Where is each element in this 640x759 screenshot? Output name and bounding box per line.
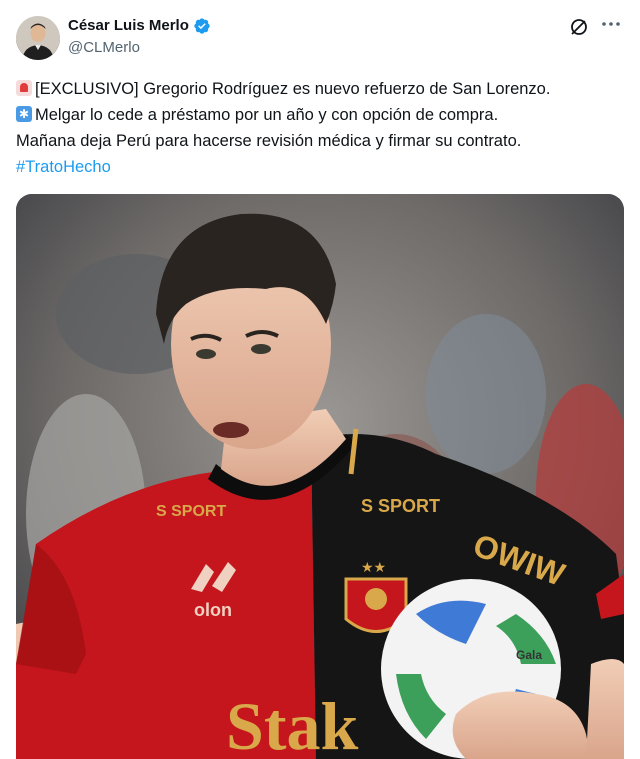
siren-emoji-icon bbox=[16, 80, 32, 96]
jersey-main-sponsor: Stak bbox=[226, 688, 358, 759]
svg-text:★★: ★★ bbox=[361, 560, 386, 576]
ball-brand: Gala bbox=[516, 648, 542, 662]
jersey-brand-text: olon bbox=[194, 600, 232, 620]
avatar-image bbox=[16, 16, 60, 60]
tweet-media-image[interactable]: S SPORT S SPORT OWIW Stak olon ★★ Gala bbox=[16, 194, 624, 759]
avatar[interactable] bbox=[16, 16, 60, 60]
author-display-name[interactable]: César Luis Merlo bbox=[68, 16, 189, 36]
more-options-icon[interactable] bbox=[598, 16, 624, 38]
tweet-text: [EXCLUSIVO] Gregorio Rodríguez es nuevo … bbox=[16, 76, 624, 180]
player-photo: S SPORT S SPORT OWIW Stak olon ★★ Gala bbox=[16, 194, 624, 759]
jersey-sponsor-chest: S SPORT bbox=[361, 496, 440, 516]
grok-icon[interactable] bbox=[568, 16, 590, 38]
tweet-line-2-text: Melgar lo cede a préstamo por un año y c… bbox=[35, 106, 499, 124]
tweet-line-3: Mañana deja Perú para hacerse revisión m… bbox=[16, 132, 522, 150]
tweet-line-4: #TratoHecho bbox=[16, 154, 624, 180]
tweet-line-2: Melgar lo cede a préstamo por un año y c… bbox=[16, 102, 624, 128]
author-block: César Luis Merlo @CLMerlo bbox=[68, 16, 211, 58]
tweet-line-1-text: [EXCLUSIVO] Gregorio Rodríguez es nuevo … bbox=[35, 80, 551, 98]
tweet-line-1: [EXCLUSIVO] Gregorio Rodríguez es nuevo … bbox=[16, 76, 624, 102]
verified-badge-icon bbox=[193, 17, 211, 35]
asterisk-emoji-icon bbox=[16, 105, 32, 123]
jersey-sponsor-sleeve: S SPORT bbox=[156, 503, 226, 520]
tweet-header: César Luis Merlo @CLMerlo bbox=[16, 14, 624, 64]
author-handle[interactable]: @CLMerlo bbox=[68, 38, 211, 58]
hashtag-link[interactable]: #TratoHecho bbox=[16, 158, 111, 176]
